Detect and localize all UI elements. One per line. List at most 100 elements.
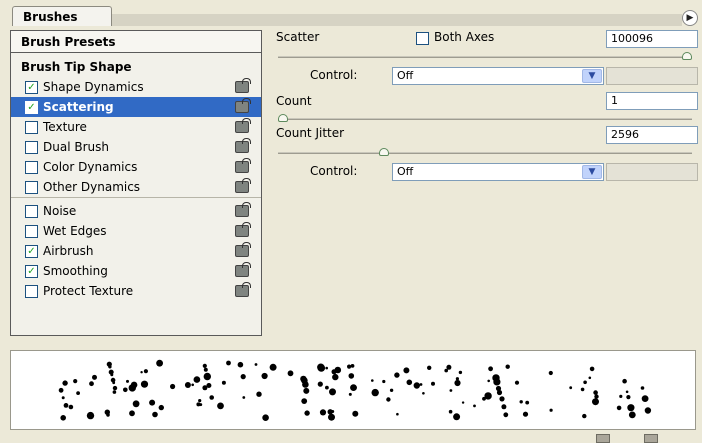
brush-dot [304,410,310,416]
brush-dot [86,411,95,420]
new-preset-icon[interactable] [596,434,610,443]
count-jitter-control-select[interactable]: Off ▼ [392,163,604,181]
option-label: Scattering [43,100,114,114]
brush-dot [240,374,246,380]
scatter-value-input[interactable]: 100096 [606,30,698,48]
brush-dot [347,364,352,369]
brush-option-item[interactable]: Texture [11,117,261,137]
lock-icon[interactable] [235,98,251,113]
brush-dot [625,390,629,394]
brush-dot [419,383,423,386]
brush-dot [143,369,148,374]
scatter-control-select[interactable]: Off ▼ [392,67,604,85]
option-checkbox[interactable] [25,161,38,174]
option-checkbox[interactable]: ✓ [25,245,38,258]
brush-dot [371,388,379,397]
option-checkbox[interactable] [25,181,38,194]
brush-option-item[interactable]: ✓ Scattering [11,97,261,117]
option-checkbox[interactable]: ✓ [25,81,38,94]
brush-option-item[interactable]: ✓ Shape Dynamics [11,77,261,97]
both-axes-label: Both Axes [434,30,495,44]
brush-option-item[interactable]: Noise [11,201,261,221]
brush-stroke-preview [10,350,696,430]
brush-option-item[interactable]: Color Dynamics [11,157,261,177]
flyout-arrow-icon[interactable]: ▶ [682,10,698,26]
tab-brushes[interactable]: Brushes [12,6,112,26]
lock-icon[interactable] [235,118,251,133]
option-checkbox[interactable]: ✓ [25,101,38,114]
brush-dot [588,376,592,380]
brush-dot [58,387,64,393]
lock-icon[interactable] [235,262,251,277]
option-label: Dual Brush [43,140,109,154]
option-checkbox[interactable]: ✓ [25,265,38,278]
lock-icon[interactable] [235,158,251,173]
brush-dot [237,361,244,368]
brush-dot [317,381,323,387]
both-axes-checkbox[interactable] [416,32,429,45]
brush-dot [126,379,129,383]
brush-option-item[interactable]: Other Dynamics [11,177,261,197]
lock-icon[interactable] [235,222,251,237]
lock-icon[interactable] [235,138,251,153]
brush-dot [193,377,199,383]
brush-dot [582,413,587,419]
option-checkbox[interactable] [25,205,38,218]
brushes-panel: Brush Presets Brush Tip Shape ✓ Shape Dyn… [0,26,702,343]
option-label: Smoothing [43,264,108,278]
scatter-label: Scatter [276,30,320,44]
brush-dot [503,412,509,418]
lock-icon[interactable] [235,178,251,193]
count-slider-track[interactable] [278,118,692,120]
brush-tip-shape-item[interactable]: Brush Tip Shape [11,57,261,77]
brush-presets-button[interactable]: Brush Presets [11,31,261,53]
count-label: Count [276,94,312,108]
brush-dot [548,370,553,376]
count-value-input[interactable]: 1 [606,92,698,110]
lock-icon[interactable] [235,202,251,217]
brush-dot [389,388,394,392]
count-jitter-slider-track[interactable] [278,152,692,154]
brush-option-item[interactable]: ✓ Airbrush [11,241,261,261]
brush-dot [454,379,461,387]
brush-dot [448,409,453,414]
option-checkbox[interactable] [25,121,38,134]
brush-dot [386,397,391,402]
brush-dot [254,363,258,366]
option-checkbox[interactable] [25,225,38,238]
brush-option-item[interactable]: ✓ Smoothing [11,261,261,281]
count-slider-thumb[interactable] [278,114,288,122]
brush-dot [514,380,520,385]
lock-icon[interactable] [235,78,251,93]
scatter-slider-track[interactable] [278,56,692,58]
lock-icon[interactable] [235,282,251,297]
option-checkbox[interactable] [25,285,38,298]
brush-dot [396,412,399,416]
trash-icon[interactable] [644,434,658,443]
brush-dot [501,404,507,410]
brush-option-item[interactable]: Wet Edges [11,221,261,241]
chevron-down-icon[interactable]: ▼ [582,69,602,83]
chevron-down-icon[interactable]: ▼ [582,165,602,179]
option-label: Airbrush [43,244,94,258]
brush-option-item[interactable]: Dual Brush [11,137,261,157]
scatter-slider-thumb[interactable] [682,52,692,60]
brush-dot [332,373,339,381]
brush-dot [287,370,294,377]
count-jitter-value-input[interactable]: 2596 [606,126,698,144]
brush-dot [325,366,329,370]
option-checkbox[interactable] [25,141,38,154]
brush-dot [92,374,97,380]
brush-dot [191,383,194,387]
brush-dot [348,373,355,379]
lock-icon[interactable] [235,242,251,257]
option-label: Other Dynamics [43,180,141,194]
brush-dot [112,381,116,385]
control-label-2: Control: [310,164,358,178]
brush-dot [226,360,231,366]
brush-dot [60,415,66,421]
brush-option-item[interactable]: Protect Texture [11,281,261,301]
brush-dot [594,394,599,399]
brush-dot [317,363,325,371]
count-jitter-slider-thumb[interactable] [379,148,389,156]
